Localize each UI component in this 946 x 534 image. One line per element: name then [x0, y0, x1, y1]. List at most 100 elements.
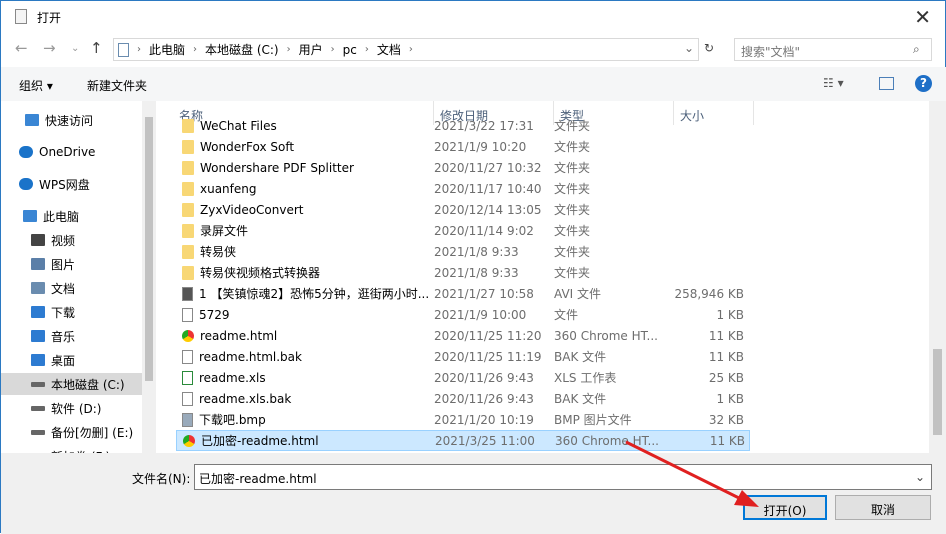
file-row[interactable]: readme.xls.bak 2020/11/26 9:43 BAK 文件 1 KB	[176, 388, 750, 409]
breadcrumb-item[interactable]: 用户	[299, 41, 323, 58]
breadcrumb-separator[interactable]: ›	[287, 44, 291, 55]
file-name: ZyxVideoConvert	[200, 202, 304, 217]
file-type: BAK 文件	[554, 392, 607, 406]
sidebar-item[interactable]: WPS网盘	[19, 173, 90, 195]
file-type: 文件夹	[554, 140, 591, 154]
folder-icon	[182, 160, 194, 175]
back-button[interactable]: ←	[15, 39, 28, 57]
folder-icon	[182, 202, 194, 217]
organize-button[interactable]: 组织 ▾	[19, 77, 53, 94]
sidebar-item[interactable]: 音乐	[31, 325, 75, 347]
file-row[interactable]: readme.html 2020/11/25 11:20 360 Chrome HT…	[176, 325, 750, 346]
cloud-icon	[19, 178, 33, 190]
folder-icon	[182, 265, 194, 280]
sidebar-item[interactable]: 本地磁盘 (C:)	[1, 373, 142, 395]
file-name: 1 【笑镇惊魂2】恐怖5分钟，逛街两小时...	[199, 287, 430, 301]
address-dropdown[interactable]: ⌄	[684, 41, 694, 55]
search-input[interactable]: 搜索"文档"	[734, 38, 932, 61]
recent-dropdown[interactable]: ⌄	[71, 43, 79, 54]
refresh-button[interactable]: ↻	[704, 41, 714, 55]
excel-file-icon	[182, 370, 193, 385]
filename-dropdown[interactable]: ⌄	[915, 470, 925, 484]
file-row[interactable]: 1 【笑镇惊魂2】恐怖5分钟，逛街两小时... 2021/1/27 10:58 AV…	[176, 283, 750, 304]
folder-icon	[182, 181, 194, 196]
breadcrumb-item[interactable]: pc	[343, 43, 357, 57]
sidebar-item-label: 视频	[51, 233, 76, 248]
file-type: 文件夹	[554, 161, 591, 175]
sidebar-scrollbar[interactable]	[142, 101, 156, 453]
file-row[interactable]: ZyxVideoConvert 2020/12/14 13:05 文件夹	[176, 199, 750, 220]
sidebar-item[interactable]: 下载	[31, 301, 75, 323]
file-row[interactable]: 已加密-readme.html 2021/3/25 11:00 360 Chrome…	[176, 430, 750, 451]
file-date: 2021/3/22 17:31	[434, 118, 534, 133]
star-icon	[25, 114, 39, 126]
sidebar-item[interactable]: 软件 (D:)	[31, 397, 101, 419]
document-icon	[118, 42, 129, 57]
sidebar-item[interactable]: 桌面	[31, 349, 75, 371]
filename-input[interactable]: 已加密-readme.html	[194, 464, 932, 490]
open-button[interactable]: 打开(O)	[743, 495, 827, 520]
file-date: 2021/1/27 10:58	[434, 286, 534, 301]
file-row[interactable]: xuanfeng 2020/11/17 10:40 文件夹	[176, 178, 750, 199]
file-row[interactable]: 5729 2021/1/9 10:00 文件 1 KB	[176, 304, 750, 325]
address-bar[interactable]: › 此电脑 › 本地磁盘 (C:) › 用户 › pc › 文档 ›	[113, 38, 699, 61]
breadcrumb-separator[interactable]: ›	[331, 44, 335, 55]
file-row[interactable]: 转易侠 2021/1/8 9:33 文件夹	[176, 241, 750, 262]
file-list: ^ 名称 修改日期 类型 大小 WeChat Files 2021/3/22 17…	[161, 101, 929, 453]
sidebar-item[interactable]: 新加卷 (F:)	[31, 445, 110, 454]
sidebar-item-label: 桌面	[51, 353, 76, 368]
file-row[interactable]: 转易侠视频格式转换器 2021/1/8 9:33 文件夹	[176, 262, 750, 283]
file-row[interactable]: WeChat Files 2021/3/22 17:31 文件夹	[176, 115, 750, 136]
sidebar-item[interactable]: 备份[勿删] (E:)	[31, 421, 133, 443]
file-date: 2020/11/17 10:40	[434, 181, 542, 196]
file-name: readme.html	[200, 328, 278, 343]
cloud-icon	[19, 146, 33, 158]
breadcrumb-separator[interactable]: ›	[137, 44, 141, 55]
new-folder-button[interactable]: 新建文件夹	[87, 77, 147, 94]
breadcrumb-separator[interactable]: ›	[409, 44, 413, 55]
folder-icon	[182, 139, 194, 154]
sidebar-item[interactable]: 图片	[31, 253, 75, 275]
sidebar-item[interactable]: OneDrive	[19, 141, 95, 163]
breadcrumb-item[interactable]: 此电脑	[149, 41, 185, 58]
file-type: AVI 文件	[554, 287, 602, 301]
breadcrumb-separator[interactable]: ›	[193, 44, 197, 55]
file-row[interactable]: Wondershare PDF Splitter 2020/11/27 10:32…	[176, 157, 750, 178]
cancel-button[interactable]: 取消	[835, 495, 931, 520]
chrome-html-icon	[182, 329, 194, 342]
close-button[interactable]: ✕	[914, 5, 931, 29]
sidebar-item[interactable]: 此电脑	[23, 205, 79, 227]
sidebar-item[interactable]: 文档	[31, 277, 75, 299]
file-row[interactable]: readme.xls 2020/11/26 9:43 XLS 工作表 25 KB	[176, 367, 750, 388]
file-row[interactable]: readme.html.bak 2020/11/25 11:19 BAK 文件 11 …	[176, 346, 750, 367]
help-button[interactable]: ?	[915, 75, 932, 92]
desktop-icon	[31, 354, 45, 366]
up-button[interactable]: ↑	[90, 39, 103, 57]
sidebar: 快速访问 OneDrive WPS网盘此电脑视频图片 文档 下载音乐桌面本地磁盘 (C:…	[1, 101, 156, 453]
file-row[interactable]: WonderFox Soft 2021/1/9 10:20 文件夹	[176, 136, 750, 157]
forward-button[interactable]: →	[43, 39, 56, 57]
view-options-button[interactable]: ☷ ▾	[823, 76, 844, 90]
file-type: 文件夹	[554, 182, 591, 196]
file-name: readme.xls.bak	[199, 391, 292, 406]
filename-label: 文件名(N):	[132, 472, 191, 486]
folder-icon	[182, 223, 194, 238]
file-row[interactable]: 下载吧.bmp 2021/1/20 10:19 BMP 图片文件 32 KB	[176, 409, 750, 430]
file-list-scrollbar[interactable]	[929, 101, 946, 453]
file-date: 2020/11/26 9:43	[434, 391, 534, 406]
preview-pane-button[interactable]	[879, 77, 894, 90]
sidebar-item[interactable]: 快速访问	[25, 109, 93, 131]
sidebar-item[interactable]: 视频	[31, 229, 75, 251]
file-date: 2020/11/14 9:02	[434, 223, 534, 238]
breadcrumb-item[interactable]: 本地磁盘 (C:)	[205, 41, 279, 58]
breadcrumb-item[interactable]: 文档	[377, 41, 401, 58]
sidebar-item-label: 软件 (D:)	[51, 401, 102, 416]
file-row[interactable]: 录屏文件 2020/11/14 9:02 文件夹	[176, 220, 750, 241]
breadcrumb-separator[interactable]: ›	[365, 44, 369, 55]
file-icon	[182, 391, 193, 406]
file-type: BMP 图片文件	[554, 413, 632, 427]
sidebar-item-label: 音乐	[51, 329, 76, 344]
file-type: 360 Chrome HT...	[555, 433, 659, 448]
file-name: 转易侠	[200, 245, 237, 259]
music-icon	[31, 330, 45, 342]
